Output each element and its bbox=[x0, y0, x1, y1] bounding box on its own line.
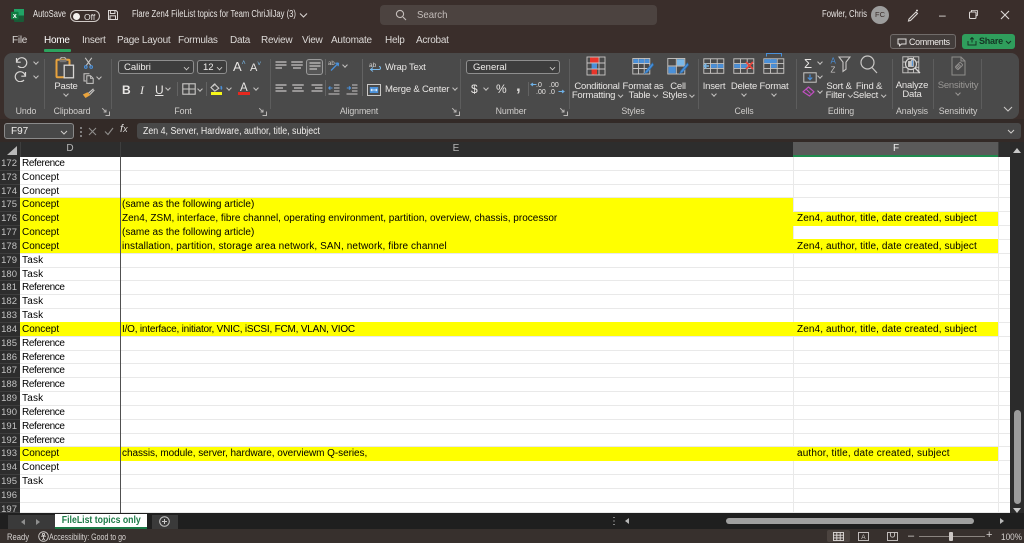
svg-text:A: A bbox=[861, 534, 866, 541]
svg-text:ab: ab bbox=[328, 61, 335, 67]
svg-text:A: A bbox=[831, 57, 837, 66]
svg-text:Z: Z bbox=[831, 66, 836, 74]
svg-text:x: x bbox=[13, 13, 17, 20]
